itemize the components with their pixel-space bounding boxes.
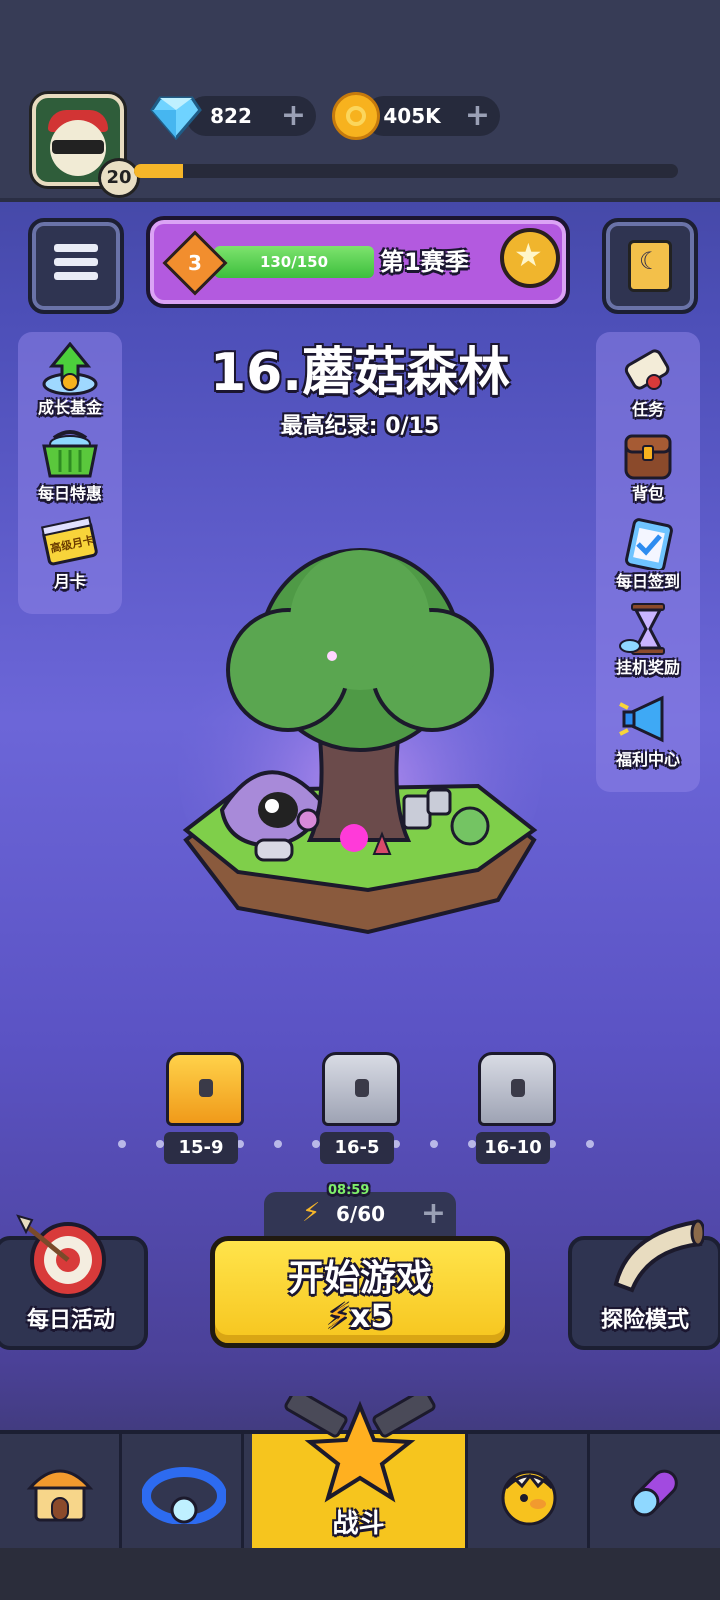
capsule-icon <box>631 1469 678 1517</box>
coin-counter[interactable]: 405K + <box>364 96 500 136</box>
gem-icon <box>150 96 202 140</box>
battle-tab-label: 战斗 <box>332 1509 385 1539</box>
xp-progress-bar <box>134 164 678 178</box>
add-coins-button[interactable]: + <box>465 96 490 136</box>
growth-fund-label: 成长基金 <box>37 398 102 417</box>
backpack-button[interactable]: 背包 <box>598 424 698 508</box>
welfare-center-label: 福利中心 <box>615 750 680 769</box>
coin-icon <box>332 92 380 140</box>
nav-tab-equipment[interactable] <box>122 1434 244 1548</box>
season-rank-diamond: 3 <box>162 230 228 296</box>
hourglass-icon <box>619 603 665 655</box>
scroll-icon <box>624 349 670 390</box>
season-label: 第1赛季 <box>380 248 469 276</box>
lightning-bolt-icon: ⚡ <box>327 1297 350 1335</box>
nav-tab-pets[interactable] <box>468 1434 590 1548</box>
shopping-basket-icon <box>42 430 98 478</box>
silver-chest-icon <box>478 1052 556 1126</box>
monthly-card-button[interactable]: 高级月卡 月卡 <box>20 512 120 596</box>
bottom-navigation: 战斗 <box>0 1396 720 1548</box>
add-energy-button[interactable]: + <box>421 1192 446 1236</box>
horn-icon <box>613 1219 704 1293</box>
menu-button[interactable] <box>28 218 124 314</box>
season-pass-panel[interactable]: 130/150 3 第1赛季 <box>146 216 570 308</box>
pet-egg-icon <box>501 1470 557 1526</box>
shop-icon <box>26 1469 94 1522</box>
idle-reward-button[interactable]: 挂机奖励 <box>598 598 698 682</box>
nav-tab-shop[interactable] <box>0 1434 122 1548</box>
ring-icon <box>142 1467 226 1524</box>
menu-list-icon <box>54 244 98 288</box>
system-navigation-area <box>0 1548 720 1600</box>
chest-stage-label: 16-10 <box>476 1132 550 1164</box>
adventure-mode-button[interactable]: 探险模式 <box>568 1219 720 1350</box>
energy-counter[interactable]: ⚡ 6/60 + <box>264 1192 456 1236</box>
quests-button[interactable]: 任务 <box>598 340 698 424</box>
megaphone-icon <box>619 695 664 743</box>
daily-activity-label: 每日活动 <box>26 1308 115 1333</box>
start-game-button[interactable]: 开始游戏 ⚡x5 <box>210 1236 510 1348</box>
idle-reward-label: 挂机奖励 <box>615 658 680 677</box>
reward-chest-silver[interactable]: 16-5 <box>316 1052 406 1164</box>
monthly-card-label: 月卡 <box>53 572 86 591</box>
player-level-badge: 20 <box>98 158 140 198</box>
welfare-center-button[interactable]: 福利中心 <box>598 690 698 774</box>
silver-chest-icon <box>322 1052 400 1126</box>
energy-value: 6/60 <box>336 1202 386 1226</box>
clipboard-check-icon <box>625 518 673 570</box>
add-gems-button[interactable]: + <box>281 96 306 136</box>
growth-fund-button[interactable]: 成长基金 <box>20 338 120 422</box>
daily-deal-label: 每日特惠 <box>37 484 102 503</box>
start-game-label: 开始游戏 <box>287 1258 432 1299</box>
daily-checkin-label: 每日签到 <box>615 572 680 591</box>
nav-tab-skills[interactable] <box>590 1434 720 1548</box>
lightning-bolt-icon: ⚡ <box>302 1198 321 1228</box>
season-progress-bar: 130/150 <box>214 246 374 278</box>
daily-deal-button[interactable]: 每日特惠 <box>20 424 120 508</box>
chest-stage-label: 16-5 <box>320 1132 394 1164</box>
adventure-mode-label: 探险模式 <box>600 1308 689 1333</box>
growth-fund-icon <box>42 342 98 396</box>
season-rank-value: 3 <box>188 251 202 275</box>
daily-activity-button[interactable]: 每日活动 <box>0 1214 148 1350</box>
backpack-icon <box>624 434 672 480</box>
start-game-cost: ⚡x5 <box>215 1297 505 1335</box>
season-star-emblem-icon <box>500 228 560 288</box>
battle-icon <box>284 1396 436 1503</box>
nav-tab-battle[interactable]: 战斗 <box>252 1396 468 1548</box>
xp-progress-fill <box>134 164 183 178</box>
gem-counter[interactable]: 822 + <box>186 96 316 136</box>
start-cost-amount: 5 <box>370 1297 393 1335</box>
mushroom-forest-island-illustration <box>178 548 542 935</box>
backpack-label: 背包 <box>631 484 664 503</box>
energy-refill-timer: 08:59 <box>328 1183 370 1198</box>
gold-chest-icon <box>166 1052 244 1126</box>
reward-chest-gold[interactable]: 15-9 <box>160 1052 250 1164</box>
reward-chest-silver[interactable]: 16-10 <box>472 1052 562 1164</box>
season-progress-text: 130/150 <box>259 253 329 271</box>
book-moon-icon <box>628 240 672 292</box>
target-arrow-icon <box>16 1214 106 1298</box>
avatar-glasses <box>52 140 104 154</box>
start-cost-multiplier: x <box>349 1297 371 1335</box>
codex-button[interactable] <box>602 218 698 314</box>
daily-checkin-button[interactable]: 每日签到 <box>598 512 698 596</box>
chest-stage-label: 15-9 <box>164 1132 238 1164</box>
quests-label: 任务 <box>631 400 664 419</box>
